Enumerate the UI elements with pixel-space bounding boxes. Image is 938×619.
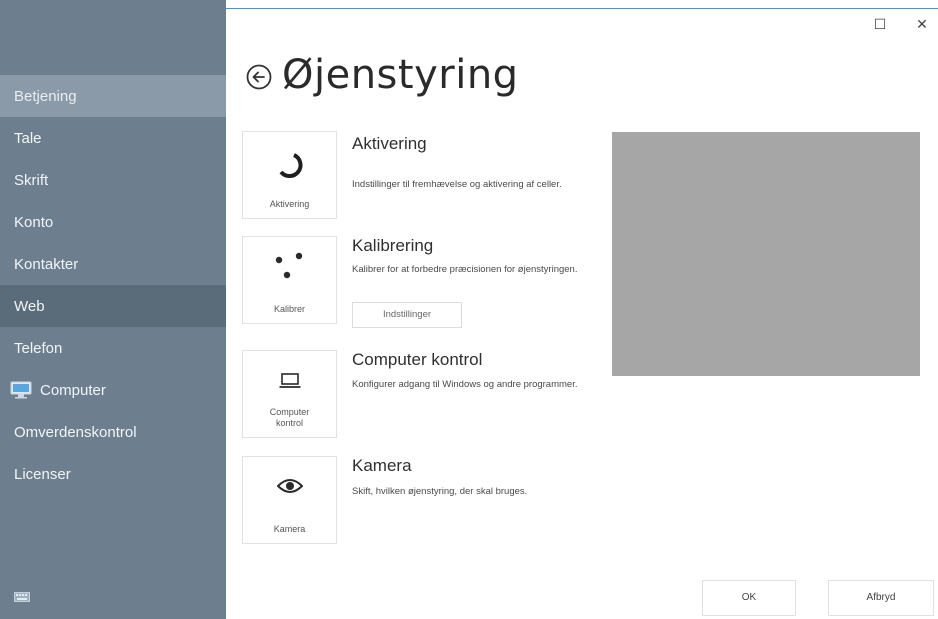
section-title-aktivering: Aktivering — [352, 134, 427, 153]
tile-label: Kamera — [273, 524, 306, 534]
sidebar-item-computer[interactable]: Computer — [0, 369, 226, 411]
sidebar-item-label: Licenser — [14, 465, 71, 483]
camera-preview — [612, 132, 920, 376]
sidebar-item-web[interactable]: Web — [0, 285, 226, 327]
laptop-icon — [279, 373, 300, 388]
camera-tile[interactable]: Kamera — [242, 456, 337, 544]
sidebar-item-label: Betjening — [14, 87, 77, 105]
sidebar-item-omverdenskontrol[interactable]: Omverdenskontrol — [0, 411, 226, 453]
calibration-settings-button[interactable]: Indstillinger — [352, 302, 462, 328]
sidebar-item-label: Computer — [40, 381, 106, 399]
sidebar-item-label: Kontakter — [14, 255, 79, 273]
sidebar-item-label: Web — [14, 297, 45, 315]
section-desc-kamera: Skift, hvilken øjenstyring, der skal bru… — [352, 486, 528, 497]
sidebar-item-kontakter[interactable]: Kontakter — [0, 243, 226, 285]
sidebar-item-label: Konto — [14, 213, 54, 231]
page-title: Øjenstyring — [282, 52, 519, 98]
sidebar-item-label: Omverdenskontrol — [14, 423, 137, 441]
title-bar-accent — [226, 8, 938, 9]
sidebar-item-licenser[interactable]: Licenser — [0, 453, 226, 495]
computer-control-tile[interactable]: Computer kontrol — [242, 350, 337, 438]
sidebar-item-betjening[interactable]: Betjening — [0, 75, 226, 117]
keyboard-icon[interactable] — [14, 592, 30, 602]
ok-button[interactable]: OK — [702, 580, 796, 616]
calibrate-tile[interactable]: Kalibrer — [242, 236, 337, 324]
sidebar-item-telefon[interactable]: Telefon — [0, 327, 226, 369]
eye-icon — [276, 479, 303, 493]
section-desc-kalibrering: Kalibrer for at forbedre præcisionen for… — [352, 264, 578, 275]
back-arrow-icon[interactable] — [246, 64, 272, 90]
sidebar-item-label: Tale — [14, 129, 42, 147]
computer-icon — [10, 381, 32, 399]
sidebar-item-label: Telefon — [14, 339, 63, 357]
activation-tile[interactable]: Aktivering — [242, 131, 337, 219]
section-desc-computer-kontrol: Konfigurer adgang til Windows og andre p… — [352, 379, 578, 390]
section-title-kalibrering: Kalibrering — [352, 236, 434, 255]
tile-label: Computer kontrol — [269, 407, 310, 428]
calibration-dots-icon — [275, 252, 302, 279]
close-button[interactable]: ✕ — [912, 14, 932, 34]
section-title-computer-kontrol: Computer kontrol — [352, 350, 483, 369]
section-title-kamera: Kamera — [352, 456, 412, 475]
sidebar-item-label: Skrift — [14, 171, 49, 189]
cancel-button[interactable]: Afbryd — [828, 580, 934, 616]
maximize-button[interactable]: ☐ — [870, 14, 890, 34]
activation-arc-icon — [278, 153, 303, 179]
sidebar: Betjening Tale Skrift Konto Kontakter We… — [0, 0, 226, 619]
sidebar-item-konto[interactable]: Konto — [0, 201, 226, 243]
sidebar-item-tale[interactable]: Tale — [0, 117, 226, 159]
tile-label: Aktivering — [269, 199, 310, 209]
section-desc-aktivering: Indstillinger til fremhævelse og aktiver… — [352, 179, 562, 190]
sidebar-item-skrift[interactable]: Skrift — [0, 159, 226, 201]
tile-label: Kalibrer — [273, 304, 305, 314]
